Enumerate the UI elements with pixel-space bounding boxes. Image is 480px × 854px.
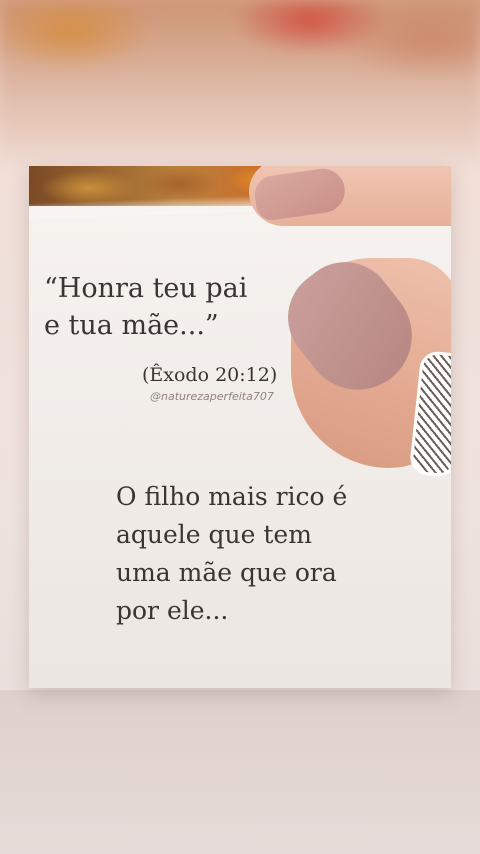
quote-reference: (Êxodo 20:12) bbox=[142, 364, 278, 386]
background-shadow bbox=[0, 690, 480, 854]
author-handle: @naturezaperfeita707 bbox=[150, 390, 274, 403]
bible-quote: “Honra teu pai e tua mãe...” bbox=[44, 273, 248, 341]
blurred-background-top bbox=[0, 0, 480, 170]
message-text: O filho mais rico é aquele que tem uma m… bbox=[116, 482, 348, 625]
